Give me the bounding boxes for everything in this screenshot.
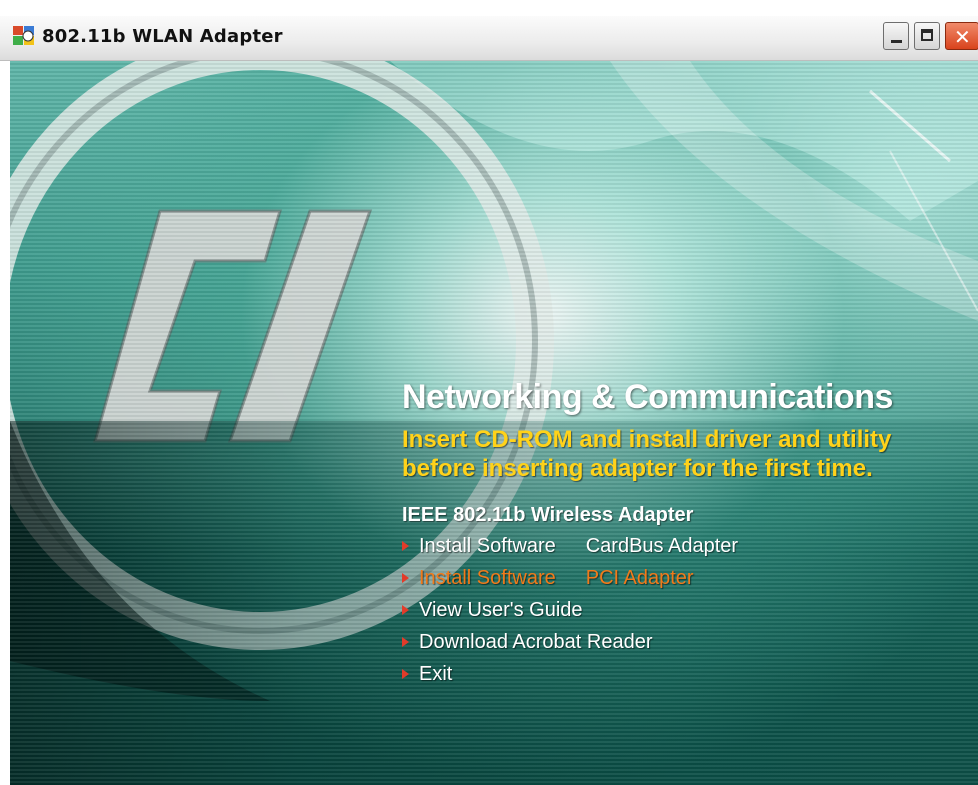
close-icon[interactable]: [945, 22, 978, 50]
bullet-arrow-icon: [402, 573, 409, 583]
brand-heading: Networking & Communications: [402, 378, 893, 416]
product-name: IEEE 802.11b Wireless Adapter: [402, 504, 694, 526]
bullet-arrow-icon: [402, 637, 409, 647]
bullet-arrow-icon: [402, 669, 409, 679]
menu-item-label: View User's Guide: [419, 599, 583, 621]
menu-item-label: Install Software: [419, 535, 556, 557]
maximize-icon[interactable]: [914, 22, 940, 50]
menu-exit[interactable]: Exit: [402, 661, 738, 693]
menu-download-acrobat[interactable]: Download Acrobat Reader: [402, 629, 738, 661]
menu-install-pci[interactable]: Install Software PCI Adapter: [402, 565, 738, 597]
menu-item-label: Exit: [419, 663, 453, 685]
minimize-icon[interactable]: [883, 22, 909, 50]
bullet-arrow-icon: [402, 541, 409, 551]
window-title: 802.11b WLAN Adapter: [42, 26, 283, 47]
notice-line-2: before inserting adapter for the first t…: [402, 455, 873, 482]
menu-item-label: Install Software: [419, 567, 556, 589]
installer-menu: Install Software CardBus Adapter Install …: [402, 533, 738, 693]
install-notice: Insert CD-ROM and install driver and uti…: [402, 425, 891, 483]
menu-item-sublabel: PCI Adapter: [585, 567, 694, 589]
setup-app-icon: [13, 26, 34, 45]
bullet-arrow-icon: [402, 605, 409, 615]
notice-line-1: Insert CD-ROM and install driver and uti…: [402, 426, 892, 453]
installer-window: 802.11b WLAN Adapter Networking & Commun…: [0, 0, 978, 785]
menu-item-sublabel: CardBus Adapter: [585, 535, 739, 557]
menu-item-label: Download Acrobat Reader: [419, 631, 653, 653]
menu-view-guide[interactable]: View User's Guide: [402, 597, 738, 629]
menu-install-cardbus[interactable]: Install Software CardBus Adapter: [402, 533, 738, 565]
